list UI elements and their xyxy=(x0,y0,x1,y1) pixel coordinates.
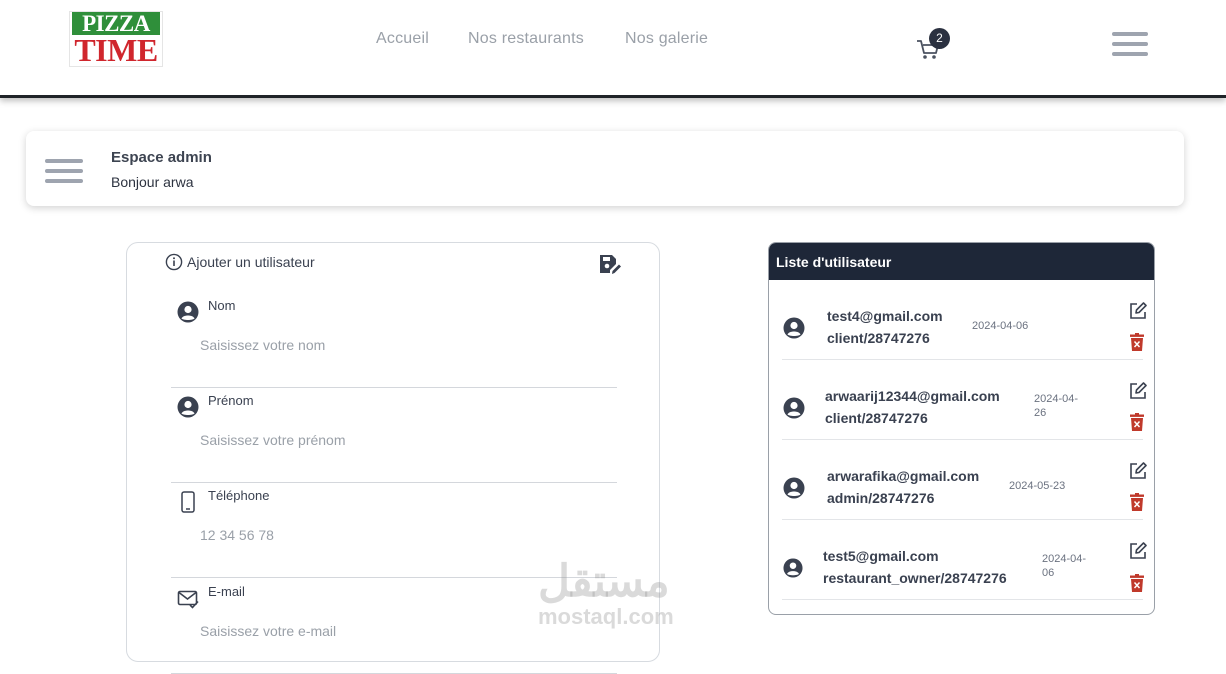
cart-count-badge: 2 xyxy=(929,28,950,49)
telephone-input-placeholder[interactable]: 12 34 56 78 xyxy=(200,527,274,543)
logo-text-bottom: TIME xyxy=(74,32,158,68)
nav-link-restaurants[interactable]: Nos restaurants xyxy=(468,30,584,48)
user-date: 2024-05-23 xyxy=(1009,480,1066,492)
users-list-title: Liste d'utilisateur xyxy=(769,243,1154,280)
mostaql-watermark: مستقل mostaql.com xyxy=(538,560,674,628)
user-row: test5@gmail.com restaurant_owner/2874727… xyxy=(782,520,1147,600)
nav-link-galerie[interactable]: Nos galerie xyxy=(625,30,708,48)
phone-icon xyxy=(177,491,199,518)
delete-icon[interactable] xyxy=(1129,333,1145,356)
mail-icon xyxy=(177,587,199,614)
edit-icon[interactable] xyxy=(1128,461,1148,486)
user-date: 2024-04- xyxy=(1042,553,1087,565)
users-list-card: Liste d'utilisateur test4@gmail.com clie… xyxy=(768,242,1155,615)
delete-icon[interactable] xyxy=(1129,574,1145,597)
prenom-label: Prénom xyxy=(208,393,254,408)
form-header: Ajouter un utilisateur xyxy=(165,253,315,271)
save-edit-icon[interactable] xyxy=(598,253,622,282)
nav-link-accueil[interactable]: Accueil xyxy=(376,30,429,48)
user-avatar-icon xyxy=(783,477,805,504)
prenom-field[interactable]: Prénom Saisissez votre prénom xyxy=(171,393,617,483)
user-avatar-icon xyxy=(783,317,805,344)
user-row: arwaarij12344@gmail.com client/28747276 … xyxy=(782,360,1147,440)
nom-label: Nom xyxy=(208,298,236,313)
user-email: arwarafika@gmail.com xyxy=(827,468,980,484)
admin-sidebar-toggle[interactable] xyxy=(45,159,83,189)
user-date: 2024-04-06 xyxy=(972,320,1029,332)
pizza-time-logo[interactable]: PIZZA TIME xyxy=(69,11,163,67)
admin-title: Espace admin xyxy=(111,149,212,166)
user-date-cont: 26 xyxy=(1034,407,1047,419)
user-role: client/28747276 xyxy=(827,330,930,346)
user-icon xyxy=(177,301,199,328)
info-icon xyxy=(165,253,183,271)
user-date-cont: 06 xyxy=(1042,567,1055,579)
form-title: Ajouter un utilisateur xyxy=(187,254,315,270)
admin-header-card: Espace admin Bonjour arwa xyxy=(26,131,1184,206)
email-label: E-mail xyxy=(208,584,245,599)
main-menu-button[interactable] xyxy=(1112,32,1148,62)
edit-icon[interactable] xyxy=(1128,301,1148,326)
user-avatar-icon xyxy=(783,558,803,583)
user-date: 2024-04- xyxy=(1034,393,1079,405)
user-email: arwaarij12344@gmail.com xyxy=(825,388,1000,404)
delete-icon[interactable] xyxy=(1129,493,1145,516)
nom-input-placeholder[interactable]: Saisissez votre nom xyxy=(200,337,325,353)
email-input-placeholder[interactable]: Saisissez votre e-mail xyxy=(200,623,336,639)
user-email: test4@gmail.com xyxy=(827,308,943,324)
nom-field[interactable]: Nom Saisissez votre nom xyxy=(171,298,617,388)
user-role: admin/28747276 xyxy=(827,490,935,506)
user-avatar-icon xyxy=(783,397,805,424)
user-row: test4@gmail.com client/28747276 2024-04-… xyxy=(782,280,1147,360)
edit-icon[interactable] xyxy=(1128,381,1148,406)
admin-greeting: Bonjour arwa xyxy=(111,174,194,190)
watermark-arabic: مستقل xyxy=(538,557,670,606)
user-icon xyxy=(177,396,199,423)
user-email: test5@gmail.com xyxy=(823,548,939,564)
user-row: arwarafika@gmail.com admin/28747276 2024… xyxy=(782,440,1147,520)
watermark-latin: mostaql.com xyxy=(538,604,674,629)
user-role: client/28747276 xyxy=(825,410,928,426)
user-role: restaurant_owner/28747276 xyxy=(823,570,1007,586)
prenom-input-placeholder[interactable]: Saisissez votre prénom xyxy=(200,432,346,448)
top-navbar: PIZZA TIME Accueil Nos restaurants Nos g… xyxy=(0,0,1226,98)
telephone-label: Téléphone xyxy=(208,488,270,503)
delete-icon[interactable] xyxy=(1129,413,1145,436)
edit-icon[interactable] xyxy=(1128,541,1148,566)
